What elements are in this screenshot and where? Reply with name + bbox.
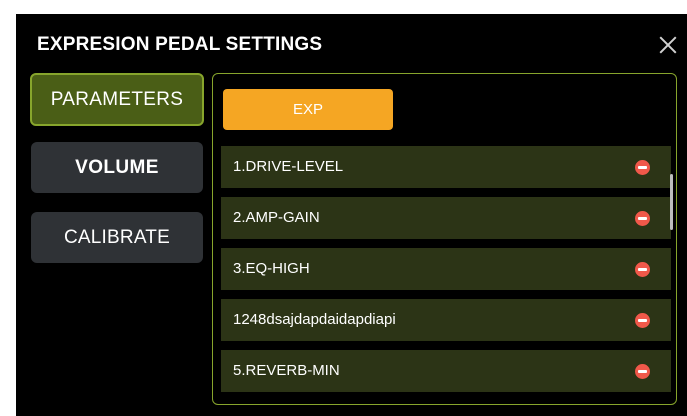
list-scrollbar[interactable]	[670, 174, 673, 230]
parameter-row[interactable]: 1.DRIVE-LEVEL	[221, 146, 671, 188]
remove-icon[interactable]	[635, 160, 650, 175]
parameter-label: 3.EQ-HIGH	[233, 260, 310, 277]
parameter-label: 1248dsajdapdaidapdiapi	[233, 311, 396, 328]
parameter-row[interactable]: 3.EQ-HIGH	[221, 248, 671, 290]
parameter-label: 5.REVERB-MIN	[233, 362, 340, 379]
parameters-tab-button[interactable]: PARAMETERS	[30, 73, 204, 126]
parameter-label: 1.DRIVE-LEVEL	[233, 158, 344, 175]
volume-tab-button[interactable]: VOLUME	[31, 142, 203, 193]
remove-icon[interactable]	[635, 211, 650, 226]
parameters-panel: EXP 1.DRIVE-LEVEL 2.AMP-GAIN 3.EQ-HIGH 1…	[212, 73, 677, 405]
expression-pedal-settings-dialog: EXPRESION PEDAL SETTINGS PARAMETERS VOLU…	[16, 14, 687, 416]
exp-button[interactable]: EXP	[223, 89, 393, 130]
dialog-title: EXPRESION PEDAL SETTINGS	[37, 34, 323, 55]
close-icon[interactable]	[656, 33, 680, 57]
remove-icon[interactable]	[635, 313, 650, 328]
parameter-row[interactable]: 5.REVERB-MIN	[221, 350, 671, 392]
remove-icon[interactable]	[635, 262, 650, 277]
parameter-label: 2.AMP-GAIN	[233, 209, 320, 226]
calibrate-tab-button[interactable]: CALIBRATE	[31, 212, 203, 263]
parameter-row[interactable]: 2.AMP-GAIN	[221, 197, 671, 239]
remove-icon[interactable]	[635, 364, 650, 379]
parameter-row[interactable]: 1248dsajdapdaidapdiapi	[221, 299, 671, 341]
